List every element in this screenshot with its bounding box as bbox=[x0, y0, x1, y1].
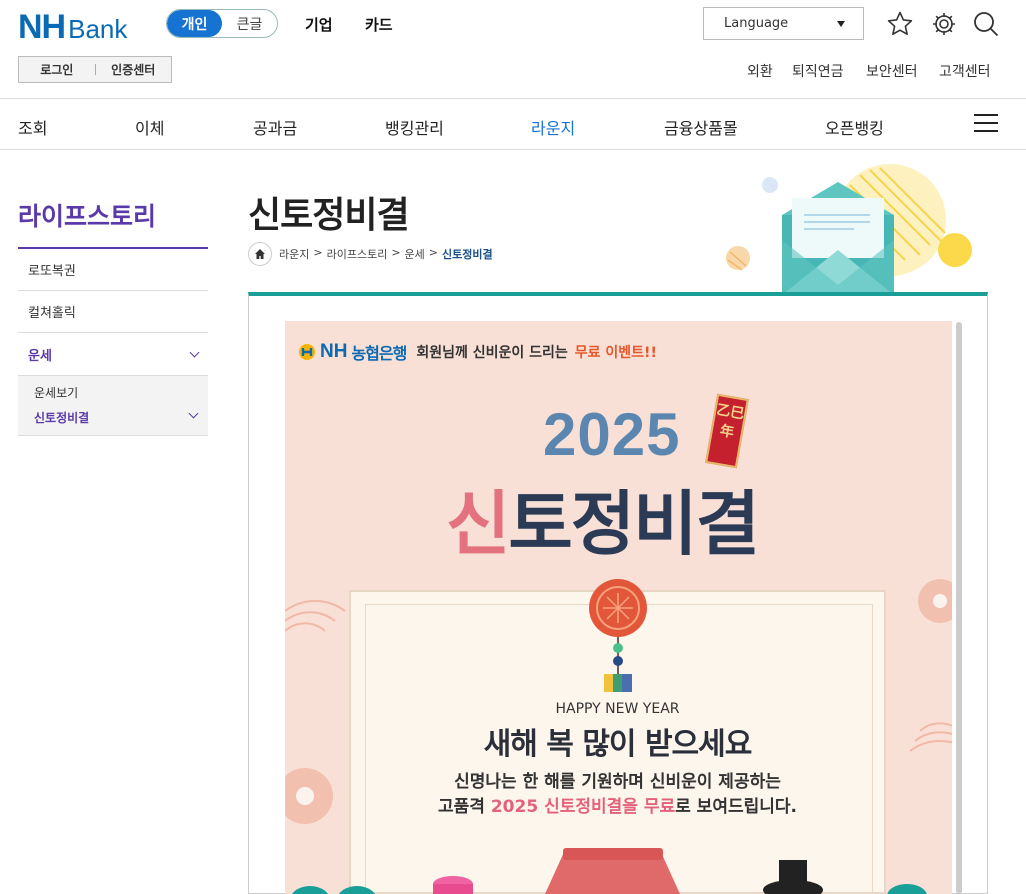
sidebar-subitem-tojeong[interactable]: 신토정비결 bbox=[34, 409, 89, 426]
headline-rest: 토정비결 bbox=[508, 483, 760, 565]
breadcrumb-separator: > bbox=[313, 246, 323, 259]
breadcrumb-item[interactable]: 라이프스토리 bbox=[327, 246, 388, 262]
gnb-lounge[interactable]: 라운지 bbox=[531, 115, 575, 139]
sidebar-item-culture[interactable]: 컬쳐홀릭 bbox=[18, 291, 208, 333]
desc-line-2-highlight: 2025 신토정비결을 무료 bbox=[490, 797, 676, 817]
poster-promo-highlight: 무료 이벤트!! bbox=[574, 345, 657, 361]
greeting-korean: 새해 복 많이 받으세요 bbox=[483, 727, 753, 762]
logo-nh-text: NH bbox=[18, 8, 66, 46]
sidebar-item-lotto[interactable]: 로또복권 bbox=[18, 249, 208, 291]
gnb-open-banking[interactable]: 오픈뱅킹 bbox=[825, 115, 884, 139]
logo-bank-text: Bank bbox=[68, 14, 128, 44]
language-select[interactable]: Language bbox=[703, 7, 864, 40]
gnb-product-mall[interactable]: 금융상품몰 bbox=[664, 115, 738, 139]
sidebar-title: 라이프스토리 bbox=[18, 202, 157, 231]
login-box: 로그인 인증센터 bbox=[18, 56, 172, 83]
home-icon[interactable] bbox=[248, 242, 272, 266]
cert-center-button[interactable]: 인증센터 bbox=[96, 61, 172, 78]
gear-icon[interactable] bbox=[930, 10, 958, 38]
content-scrollbar[interactable] bbox=[956, 322, 962, 894]
desc-line-2-end: 로 보여드립니다. bbox=[675, 797, 797, 817]
menu-hamburger-icon[interactable] bbox=[974, 114, 998, 134]
bottom-illustrations bbox=[291, 848, 927, 894]
breadcrumb-current: 신토정비결 bbox=[442, 248, 493, 261]
breadcrumb-item[interactable]: 운세 bbox=[405, 246, 425, 262]
poster-promo-text: 회원님께 신비운이 드리는 bbox=[416, 345, 568, 361]
poster-bank-name: 농협은행 bbox=[351, 344, 407, 363]
breadcrumb: 라운지 > 라이프스토리 > 운세 > 신토정비결 bbox=[279, 246, 493, 262]
large-text-mode-button[interactable]: 큰글 bbox=[222, 10, 277, 37]
search-icon[interactable] bbox=[972, 10, 1000, 38]
gnb-transfer[interactable]: 이체 bbox=[135, 115, 164, 139]
sidebar-item-label: 운세 bbox=[28, 348, 52, 364]
nh-bank-logo[interactable]: NH Bank bbox=[18, 8, 127, 47]
util-link-forex[interactable]: 외환 bbox=[747, 61, 773, 81]
topnav-card[interactable]: 카드 bbox=[365, 14, 393, 35]
breadcrumb-item[interactable]: 라운지 bbox=[279, 246, 309, 262]
language-label: Language bbox=[724, 16, 789, 31]
poster-description: 신명나는 한 해를 기원하며 신비운이 제공하는 고품격 2025 신토정비결을… bbox=[349, 770, 886, 820]
sidebar-item-label: 컬쳐홀릭 bbox=[28, 306, 76, 321]
nh-symbol-icon bbox=[299, 344, 315, 360]
poster-bank-mark: NH bbox=[320, 341, 348, 362]
headline-accent: 신 bbox=[446, 483, 510, 565]
gnb-divider-top bbox=[0, 98, 1026, 99]
util-link-customer[interactable]: 고객센터 bbox=[939, 61, 991, 81]
star-icon[interactable] bbox=[886, 10, 914, 38]
norigae-ornament-icon bbox=[589, 579, 647, 692]
chevron-down-icon bbox=[189, 347, 200, 357]
desc-line-2: 고품격 2025 신토정비결을 무료로 보여드립니다. bbox=[349, 795, 886, 820]
util-link-pension[interactable]: 퇴직연금 bbox=[792, 61, 844, 81]
sidebar-subitem-fortune-view[interactable]: 운세보기 bbox=[34, 384, 78, 401]
breadcrumb-separator: > bbox=[428, 246, 439, 259]
gnb-banking-mgmt[interactable]: 뱅킹관리 bbox=[385, 115, 444, 139]
gnb-inquiry[interactable]: 조회 bbox=[18, 115, 47, 139]
breadcrumb-separator: > bbox=[391, 246, 401, 259]
envelope-illustration bbox=[726, 164, 972, 295]
personal-largetext-toggle: 개인 큰글 bbox=[166, 9, 278, 38]
topnav-corporate[interactable]: 기업 bbox=[305, 14, 333, 35]
desc-line-2-start: 고품격 bbox=[438, 797, 491, 817]
desc-line-1: 신명나는 한 해를 기원하며 신비운이 제공하는 bbox=[454, 772, 781, 792]
greeting-english: HAPPY NEW YEAR bbox=[555, 701, 680, 717]
page-title: 신토정비결 bbox=[248, 195, 410, 236]
poster-headline: 신토정비결 bbox=[446, 468, 760, 569]
personal-mode-button[interactable]: 개인 bbox=[167, 10, 222, 37]
sidebar-item-fortune[interactable]: 운세 bbox=[18, 333, 208, 376]
util-link-security[interactable]: 보안센터 bbox=[866, 61, 918, 81]
login-button[interactable]: 로그인 bbox=[19, 61, 95, 78]
chevron-down-icon bbox=[837, 20, 845, 27]
nh-bank-promo-header: NH 농협은행 회원님께 신비운이 드리는 무료 이벤트!! bbox=[298, 340, 657, 364]
poster-year: 2025 bbox=[543, 401, 681, 468]
gnb-utilities[interactable]: 공과금 bbox=[253, 115, 297, 139]
gnb-divider-bottom bbox=[0, 149, 1026, 150]
sidebar-item-label: 로또복권 bbox=[28, 264, 76, 279]
